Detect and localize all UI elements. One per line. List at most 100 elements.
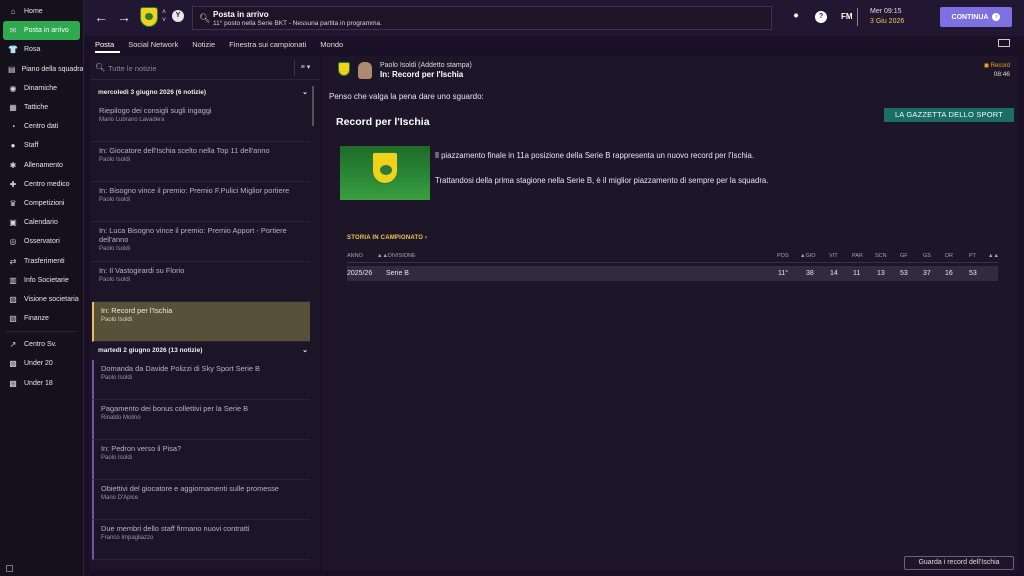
bug-report-icon[interactable]: ✹ bbox=[790, 11, 802, 23]
message-sender: Rinaldo Molino bbox=[101, 415, 141, 421]
col-header[interactable]: VIT bbox=[829, 253, 838, 259]
chevron-down-icon[interactable]: ⌄ bbox=[302, 346, 308, 354]
sidebar-item[interactable]: ▣ Calendario bbox=[0, 213, 83, 232]
view-records-button[interactable]: Guarda i record dell'Ischia bbox=[904, 556, 1014, 570]
newspaper-banner: LA GAZZETTA DELLO SPORT bbox=[884, 108, 1014, 122]
message-subject: Obiettivi del giocatore e aggiornamenti … bbox=[101, 484, 279, 493]
table-row[interactable]: 2025/26 Serie B 11° 38 14 11 13 53 37 16… bbox=[347, 266, 998, 281]
sender-name[interactable]: Paolo Isoldi (Addetto stampa) bbox=[380, 62, 472, 69]
col-header[interactable]: ▲▲DIVISIONE bbox=[377, 253, 416, 259]
list-search-bar[interactable]: 🔍︎ Tutte le notizie ≡ ▾ bbox=[90, 56, 320, 80]
message-subject: In: Record per l'Ischia bbox=[380, 70, 464, 79]
message-list-item[interactable]: In: Luca Bisogno vince il premio: Premio… bbox=[92, 222, 310, 262]
club-info-icon: ▥ bbox=[9, 275, 17, 285]
message-list-item[interactable]: In: Bisogno vince il premio: Premio F.Pu… bbox=[92, 182, 310, 222]
breadcrumb-search-box[interactable]: 🔍︎ Posta in arrivo 11° posto nella Serie… bbox=[192, 6, 772, 30]
forward-arrow-icon[interactable]: → bbox=[117, 9, 131, 25]
message-list-item[interactable]: In: Giocatore dell'Ischia scelto nella T… bbox=[92, 142, 310, 182]
corner-icon[interactable] bbox=[6, 565, 13, 572]
tab-mondo[interactable]: Mondo bbox=[320, 36, 349, 53]
tab-finestra-campionati[interactable]: Finestra sui campionati bbox=[229, 36, 312, 53]
tab-posta[interactable]: Posta bbox=[95, 36, 121, 53]
table-cell: 37 bbox=[923, 270, 931, 277]
table-cell[interactable]: Serie B bbox=[386, 270, 409, 277]
day-group-header[interactable]: martedì 2 giugno 2026 (13 notizie) ⌄ bbox=[94, 344, 310, 358]
message-list-item[interactable]: Pagamento dei bonus collettivi per la Se… bbox=[92, 400, 310, 440]
game-date: 3 Giu 2026 bbox=[870, 18, 905, 25]
sidebar-item-label: Allenamento bbox=[24, 161, 63, 169]
screen-icon[interactable] bbox=[998, 39, 1010, 47]
fm-logo[interactable]: FM bbox=[841, 12, 853, 21]
sidebar-item[interactable]: ▨ Finanze bbox=[0, 309, 83, 328]
data-icon: ◔ bbox=[10, 122, 16, 132]
message-subject: In: Record per l'Ischia bbox=[101, 306, 173, 315]
back-arrow-icon[interactable]: ← bbox=[94, 9, 108, 25]
col-header[interactable]: ANNO bbox=[347, 253, 363, 259]
club-switch-icon[interactable]: ˄ ˅ bbox=[162, 9, 166, 25]
message-list-item[interactable]: Riepilogo dei consigli sugli ingaggi Mari… bbox=[92, 102, 310, 142]
sidebar-item[interactable]: ◔ Centro dati bbox=[0, 117, 83, 136]
sidebar-item[interactable]: ⇄ Trasferimenti bbox=[0, 251, 83, 270]
sidebar-item[interactable]: ● Staff bbox=[0, 136, 83, 155]
sidebar-item[interactable]: ◎ Osservatori bbox=[0, 232, 83, 251]
sidebar-item[interactable]: ↗ Centro Sv. bbox=[0, 335, 83, 354]
chevron-down-icon[interactable]: ⌄ bbox=[302, 88, 308, 96]
message-list-item[interactable]: In: Pedron verso il Pisa? Paolo Isoldi bbox=[92, 440, 310, 480]
table-cell: 16 bbox=[945, 270, 953, 277]
history-link[interactable]: STORIA IN CAMPIONATO › bbox=[347, 235, 427, 241]
tab-social-network[interactable]: Social Network bbox=[128, 36, 184, 53]
continue-button[interactable]: CONTINUA › bbox=[940, 7, 1012, 27]
col-header[interactable]: PAR bbox=[852, 253, 863, 259]
sidebar-item[interactable]: ◉ Dinamiche bbox=[0, 79, 83, 98]
sidebar-item[interactable]: ▧ Visione societaria bbox=[0, 290, 83, 309]
clock-divider bbox=[857, 8, 865, 26]
sidebar: ⌂ Home ✉ Posta in arrivo 👕 Rosa ▤ Piano della s… bbox=[0, 0, 84, 576]
sidebar-item[interactable]: ▦ Tattiche bbox=[0, 98, 83, 117]
message-sender: Paolo Isoldi bbox=[99, 157, 131, 163]
table-cell: 11° bbox=[778, 270, 789, 277]
message-sender: Mario Lubrano Lavadera bbox=[99, 117, 165, 123]
status-line: 11° posto nella Serie BKT - Nessuna part… bbox=[213, 20, 382, 27]
message-list-item[interactable]: In: Record per l'Ischia Paolo Isoldi bbox=[92, 302, 310, 342]
sidebar-item[interactable]: ✉ Posta in arrivo bbox=[3, 21, 80, 41]
sidebar-item[interactable]: ✚ Centro medico bbox=[0, 175, 83, 194]
club-badge-icon[interactable] bbox=[140, 7, 158, 27]
filter-menu-icon[interactable]: ≡ ▾ bbox=[294, 60, 316, 76]
list-filter-placeholder[interactable]: Tutte le notizie bbox=[108, 64, 157, 73]
col-header[interactable]: GF bbox=[900, 253, 908, 259]
col-header[interactable]: DR bbox=[945, 253, 953, 259]
development-icon: ↗ bbox=[9, 340, 17, 350]
sidebar-item[interactable]: ♛ Competizioni bbox=[0, 194, 83, 213]
col-header[interactable]: POS bbox=[777, 253, 789, 259]
sidebar-item[interactable]: ✱ Allenamento bbox=[0, 156, 83, 175]
message-sender: Paolo Isoldi bbox=[99, 197, 131, 203]
sidebar-item[interactable]: 👕 Rosa bbox=[0, 40, 83, 59]
help-icon[interactable]: ? bbox=[815, 11, 827, 23]
sidebar-item[interactable]: ⌂ Home bbox=[0, 2, 83, 21]
sidebar-item-label: Under 20 bbox=[24, 360, 53, 368]
col-header[interactable]: PT bbox=[969, 253, 976, 259]
message-list-item[interactable]: Due membri dello staff firmano nuovi con… bbox=[92, 520, 310, 560]
col-header[interactable]: ▲GIO bbox=[800, 253, 816, 259]
chevron-right-icon: › bbox=[992, 13, 1001, 21]
sidebar-item-label: Rosa bbox=[24, 46, 41, 54]
day-group-header[interactable]: mercoledì 3 giugno 2026 (6 notizie) ⌄ bbox=[94, 86, 310, 100]
sidebar-item[interactable]: ▩ Under 18 bbox=[0, 374, 83, 393]
col-header[interactable]: GS bbox=[923, 253, 931, 259]
list-scrollbar[interactable] bbox=[312, 86, 314, 126]
col-header[interactable]: SCN bbox=[875, 253, 887, 259]
sidebar-item[interactable]: ▩ Under 20 bbox=[0, 354, 83, 373]
sidebar-item[interactable]: ▥ Info Societarie bbox=[0, 271, 83, 290]
finance-icon: ▨ bbox=[9, 314, 17, 324]
tab-notizie[interactable]: Notizie bbox=[192, 36, 221, 53]
shirt-icon: 👕 bbox=[8, 45, 18, 55]
page-title: Posta in arrivo bbox=[213, 10, 269, 19]
sidebar-item-label: Visione societaria bbox=[24, 295, 79, 303]
sidebar-item[interactable]: ▤ Piano della squadra bbox=[0, 60, 83, 79]
profile-icon[interactable]: Y bbox=[172, 10, 184, 22]
message-list-item[interactable]: Obiettivi del giocatore e aggiornamenti … bbox=[92, 480, 310, 520]
message-list-item[interactable]: Domanda da Davide Polizzi di Sky Sport S… bbox=[92, 360, 310, 400]
col-header[interactable]: ▲▲ bbox=[988, 253, 999, 259]
message-list-item[interactable]: In: Il Vastogirardi su Florio Paolo Isold… bbox=[92, 262, 310, 302]
sender-avatar[interactable] bbox=[358, 62, 372, 79]
